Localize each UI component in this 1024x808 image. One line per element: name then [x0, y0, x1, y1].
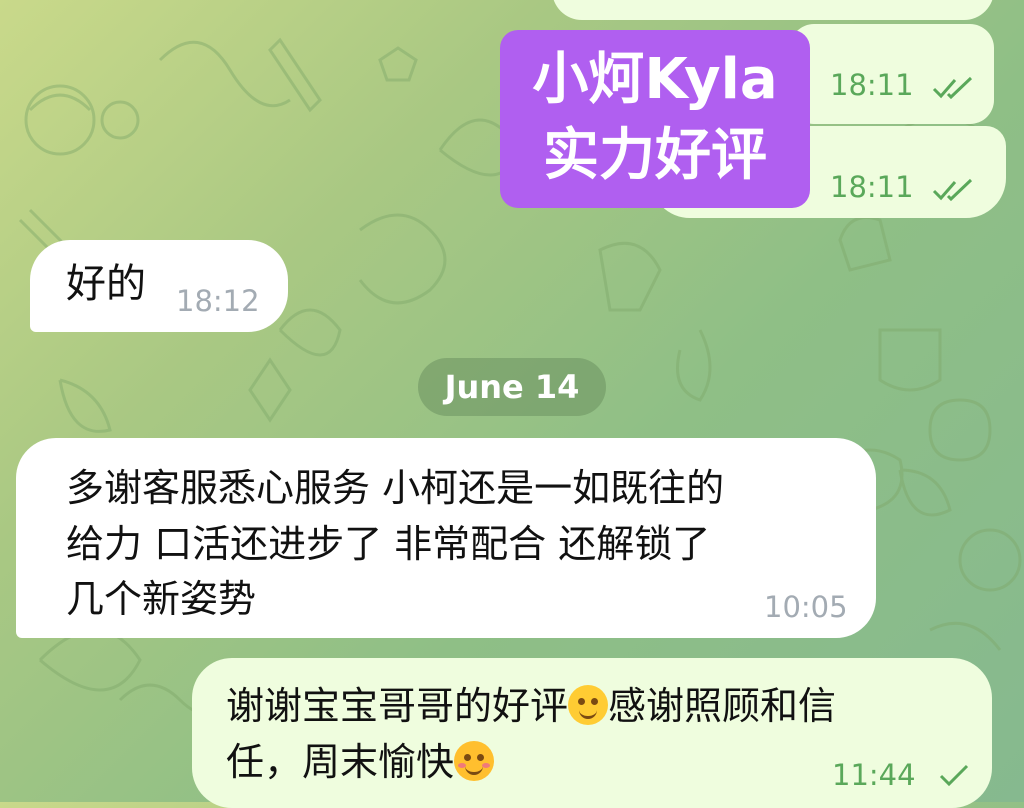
- message-text-part: 任，周末愉快: [226, 740, 455, 784]
- sticker-line-2: 实力好评: [543, 123, 767, 188]
- smiling-face-emoji: [568, 685, 609, 725]
- incoming-review-bubble[interactable]: 多谢客服悉心服务 小柯还是一如既往的 给力 口活还进步了 非常配合 还解锁了 几…: [16, 438, 876, 638]
- sticker-time-bubble-1: 18:11: [790, 24, 994, 124]
- message-line-3: 几个新姿势: [66, 577, 257, 621]
- message-line-2: 给力 口活还进步了 非常配合 还解锁了: [66, 522, 711, 566]
- incoming-message-bubble[interactable]: 好的 18:12: [30, 240, 288, 332]
- previous-outgoing-bubble[interactable]: [552, 0, 994, 20]
- smiling-face-with-hearts-emoji: [454, 741, 495, 781]
- message-line-1: 谢谢宝宝哥哥的好评 感谢照顾和信: [226, 678, 836, 735]
- date-separator: June 14: [418, 358, 606, 416]
- message-time: 11:44: [832, 758, 916, 792]
- message-line-1: 多谢客服悉心服务 小柯还是一如既往的: [66, 466, 725, 510]
- message-text: 好的: [66, 261, 146, 307]
- sticker-line-1: 小炣Kyla: [532, 47, 778, 112]
- outgoing-thanks-bubble[interactable]: 谢谢宝宝哥哥的好评 感谢照顾和信 任，周末愉快 11:44: [192, 658, 992, 808]
- check-icon: [939, 764, 969, 787]
- message-line-2: 任，周末愉快: [226, 734, 495, 791]
- double-check-icon: [932, 178, 973, 202]
- message-text-part: 谢谢宝宝哥哥的好评: [226, 684, 569, 728]
- double-check-icon: [932, 76, 973, 100]
- message-time: 18:11: [830, 68, 914, 102]
- message-time: 18:12: [176, 284, 260, 318]
- sticker-kyla-review[interactable]: 小炣Kyla 实力好评: [500, 30, 810, 208]
- message-time: 10:05: [764, 590, 848, 624]
- message-text-part: 感谢照顾和信: [608, 684, 837, 728]
- message-time: 18:11: [830, 170, 914, 204]
